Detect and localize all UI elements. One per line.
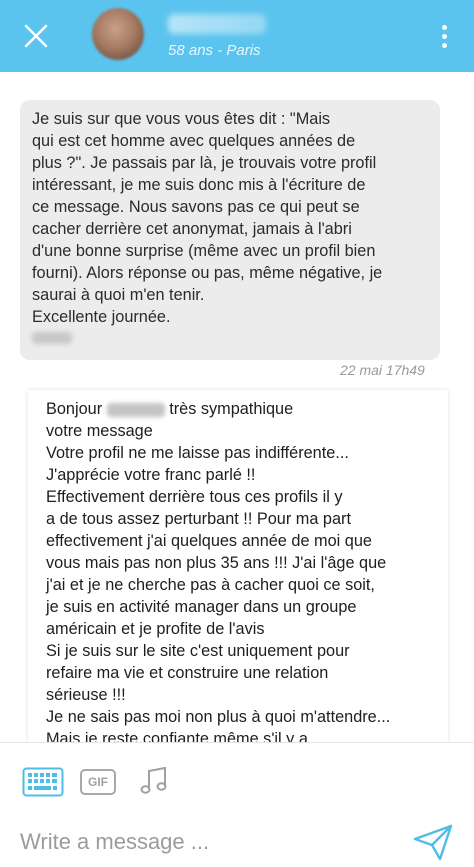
message-line: américain et je profite de l'avis [46, 620, 265, 638]
message-composer [0, 814, 474, 867]
message-line: je suis en activité manager dans un grou… [46, 598, 357, 616]
send-icon [413, 824, 453, 861]
keyboard-button[interactable] [22, 767, 64, 797]
greeting-text: Bonjour [46, 400, 103, 418]
keyboard-icon [22, 767, 64, 797]
message-line: Votre profil ne me laisse pas indifféren… [46, 444, 349, 462]
contact-age-city: 58 ans - Paris [168, 42, 261, 59]
message-line: Mais je reste confiante même s'il y a [46, 730, 308, 742]
message-line: j'ai et je ne cherche pas à cacher quoi … [46, 576, 375, 594]
send-button[interactable] [412, 822, 454, 862]
redacted-name [106, 402, 165, 417]
conversation[interactable]: Je suis sur que vous vous êtes dit : "Ma… [0, 72, 474, 742]
outgoing-message: Bonjour très sympathique votre message V… [28, 390, 448, 742]
message-line: effectivement j'ai quelques année de moi… [46, 532, 372, 550]
close-button[interactable] [20, 20, 52, 52]
redacted-signature [32, 332, 72, 344]
avatar[interactable] [92, 8, 144, 60]
incoming-message: Je suis sur que vous vous êtes dit : "Ma… [20, 100, 440, 360]
message-line: votre message [46, 422, 153, 440]
message-line: Effectivement derrière tous ces profils … [46, 488, 343, 506]
message-line: a de tous assez perturbant !! Pour ma pa… [46, 510, 351, 528]
incoming-message-text: Je suis sur que vous vous êtes dit : "Ma… [32, 110, 383, 326]
message-line: refaire ma vie et construire une relatio… [46, 664, 329, 682]
message-line: Bonjour très sympathique [46, 398, 438, 420]
music-note-icon [140, 766, 167, 794]
message-timestamp: 22 mai 17h49 [340, 362, 425, 378]
message-line: sérieuse !!! [46, 686, 126, 704]
menu-dot-icon [441, 24, 447, 30]
close-icon [24, 24, 48, 48]
menu-dot-icon [441, 42, 447, 48]
message-line: Si je suis sur le site c'est uniquement … [46, 642, 350, 660]
message-input[interactable] [20, 824, 400, 860]
contact-name[interactable] [168, 14, 266, 34]
message-line: Je ne sais pas moi non plus à quoi m'att… [46, 708, 391, 726]
message-line: J'apprécie votre franc parlé !! [46, 466, 256, 484]
message-line: vous mais pas non plus 35 ans !!! J'ai l… [46, 554, 387, 572]
chat-header: 58 ans - Paris [0, 0, 474, 72]
menu-dot-icon [441, 33, 447, 39]
music-button[interactable] [138, 765, 170, 797]
attachment-toolbar: GIF [0, 742, 474, 814]
greeting-rest-text: très sympathique [169, 400, 294, 418]
gif-button[interactable]: GIF [80, 769, 116, 795]
overflow-menu-button[interactable] [432, 20, 456, 52]
